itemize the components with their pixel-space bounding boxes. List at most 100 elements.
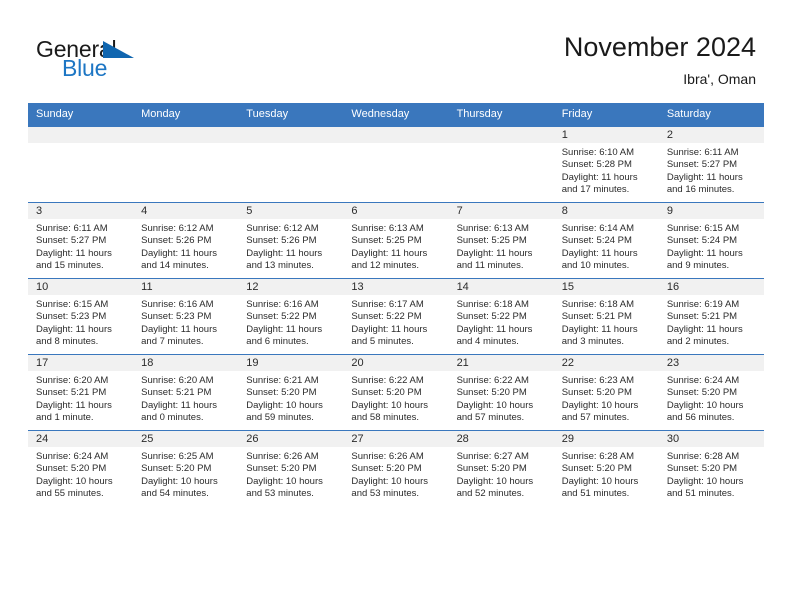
- day-details: Sunrise: 6:11 AM Sunset: 5:27 PM Daylight:…: [28, 219, 133, 273]
- sunset-text: Sunset: 5:23 PM: [36, 311, 107, 323]
- logo-text-blue: Blue: [62, 55, 108, 81]
- calendar-day-cell[interactable]: 7 Sunrise: 6:13 AM Sunset: 5:25 PM Daylight…: [448, 202, 554, 279]
- day-cell-inner: 18 Sunrise: 6:20 AM Sunset: 5:21 PM Dayligh…: [133, 355, 239, 430]
- calendar-day-cell[interactable]: 24 Sunrise: 6:24 AM Sunset: 5:20 PM Dayligh…: [28, 430, 134, 506]
- sunset-text: Sunset: 5:26 PM: [246, 235, 317, 247]
- day-number: 22: [553, 355, 659, 371]
- calendar-day-cell[interactable]: 21 Sunrise: 6:22 AM Sunset: 5:20 PM Dayligh…: [448, 354, 554, 431]
- daylight-text: Daylight: 10 hours and 59 minutes.: [246, 399, 323, 424]
- day-number: 14: [448, 279, 554, 295]
- sunrise-text: Sunrise: 6:20 AM: [36, 375, 109, 386]
- calendar-day-cell[interactable]: 30 Sunrise: 6:28 AM Sunset: 5:20 PM Dayligh…: [658, 430, 764, 506]
- weekday-header-saturday: Saturday: [658, 103, 764, 127]
- daylight-text: Daylight: 10 hours and 54 minutes.: [141, 475, 218, 500]
- day-number: 10: [28, 279, 134, 295]
- day-cell-inner: 8 Sunrise: 6:14 AM Sunset: 5:24 PM Daylight…: [553, 203, 659, 278]
- calendar-day-cell[interactable]: 8 Sunrise: 6:14 AM Sunset: 5:24 PM Daylight…: [553, 202, 659, 279]
- sunset-text: Sunset: 5:26 PM: [141, 235, 212, 247]
- day-details: Sunrise: 6:23 AM Sunset: 5:20 PM Daylight:…: [554, 371, 659, 425]
- day-details: Sunrise: 6:26 AM Sunset: 5:20 PM Daylight:…: [238, 447, 343, 501]
- day-details: Sunrise: 6:20 AM Sunset: 5:21 PM Daylight:…: [133, 371, 238, 425]
- day-cell-inner: 4 Sunrise: 6:12 AM Sunset: 5:26 PM Daylight…: [133, 203, 239, 278]
- day-number: 9: [658, 203, 764, 219]
- daylight-text: Daylight: 11 hours and 8 minutes.: [36, 323, 112, 348]
- sunrise-text: Sunrise: 6:13 AM: [351, 223, 424, 234]
- day-number: 1: [553, 127, 659, 143]
- calendar-day-cell[interactable]: 26 Sunrise: 6:26 AM Sunset: 5:20 PM Dayligh…: [238, 430, 344, 506]
- calendar-week-row: 1 Sunrise: 6:10 AM Sunset: 5:28 PM Daylight…: [28, 126, 764, 203]
- daylight-text: Daylight: 11 hours and 3 minutes.: [561, 323, 638, 348]
- day-number: 4: [133, 203, 239, 219]
- sunset-text: Sunset: 5:27 PM: [666, 159, 738, 171]
- sunrise-text: Sunrise: 6:28 AM: [666, 451, 740, 462]
- calendar-day-cell[interactable]: 11 Sunrise: 6:16 AM Sunset: 5:23 PM Dayligh…: [133, 278, 239, 355]
- calendar-day-cell[interactable]: 19 Sunrise: 6:21 AM Sunset: 5:20 PM Dayligh…: [238, 354, 344, 431]
- calendar-day-cell[interactable]: 25 Sunrise: 6:25 AM Sunset: 5:20 PM Dayligh…: [133, 430, 239, 506]
- sunset-text: Sunset: 5:24 PM: [666, 235, 738, 247]
- sunset-text: Sunset: 5:20 PM: [141, 463, 212, 475]
- calendar-day-cell[interactable]: 17 Sunrise: 6:20 AM Sunset: 5:21 PM Dayligh…: [28, 354, 134, 431]
- calendar-day-cell[interactable]: 2 Sunrise: 6:11 AM Sunset: 5:27 PM Daylight…: [658, 126, 764, 203]
- daylight-text: Daylight: 11 hours and 13 minutes.: [246, 247, 323, 272]
- day-details: Sunrise: 6:28 AM Sunset: 5:20 PM Daylight:…: [659, 447, 764, 501]
- daylight-text: Daylight: 11 hours and 12 minutes.: [351, 247, 428, 272]
- calendar-day-cell[interactable]: 16 Sunrise: 6:19 AM Sunset: 5:21 PM Dayligh…: [658, 278, 764, 355]
- calendar-day-cell[interactable]: 27 Sunrise: 6:26 AM Sunset: 5:20 PM Dayligh…: [343, 430, 449, 506]
- day-details: Sunrise: 6:11 AM Sunset: 5:27 PM Daylight:…: [659, 143, 764, 197]
- weekday-header-friday: Friday: [553, 103, 659, 127]
- calendar-header-row: Sunday Monday Tuesday Wednesday Thursday Frid…: [28, 103, 764, 127]
- calendar-cell-empty: [343, 126, 449, 203]
- sunset-text: Sunset: 5:21 PM: [561, 311, 632, 323]
- sunset-text: Sunset: 5:20 PM: [666, 387, 738, 399]
- day-number: [238, 127, 344, 143]
- day-cell-inner: 24 Sunrise: 6:24 AM Sunset: 5:20 PM Dayligh…: [28, 431, 134, 506]
- calendar-cell-empty: [238, 126, 344, 203]
- daylight-text: Daylight: 11 hours and 5 minutes.: [351, 323, 428, 348]
- calendar-cell-empty: [133, 126, 239, 203]
- page-subtitle: Ibra', Oman: [683, 71, 756, 87]
- calendar-day-cell[interactable]: 10 Sunrise: 6:15 AM Sunset: 5:23 PM Dayligh…: [28, 278, 134, 355]
- sunset-text: Sunset: 5:20 PM: [561, 463, 632, 475]
- day-number: 7: [448, 203, 554, 219]
- calendar-day-cell[interactable]: 20 Sunrise: 6:22 AM Sunset: 5:20 PM Dayligh…: [343, 354, 449, 431]
- calendar-day-cell[interactable]: 18 Sunrise: 6:20 AM Sunset: 5:21 PM Dayligh…: [133, 354, 239, 431]
- day-cell-inner: [28, 127, 134, 202]
- title-block: November 2024 Ibra', Oman: [564, 31, 756, 88]
- daylight-text: Daylight: 10 hours and 52 minutes.: [456, 475, 534, 500]
- sunrise-text: Sunrise: 6:24 AM: [666, 375, 740, 386]
- day-details: Sunrise: 6:18 AM Sunset: 5:21 PM Daylight:…: [554, 295, 659, 349]
- sunrise-text: Sunrise: 6:21 AM: [246, 375, 319, 386]
- calendar-day-cell[interactable]: 15 Sunrise: 6:18 AM Sunset: 5:21 PM Dayligh…: [553, 278, 659, 355]
- day-details: Sunrise: 6:16 AM Sunset: 5:23 PM Daylight:…: [133, 295, 238, 349]
- daylight-text: Daylight: 11 hours and 17 minutes.: [561, 171, 638, 196]
- day-number: 16: [658, 279, 764, 295]
- day-details: Sunrise: 6:12 AM Sunset: 5:26 PM Daylight:…: [133, 219, 238, 273]
- calendar-day-cell[interactable]: 29 Sunrise: 6:28 AM Sunset: 5:20 PM Dayligh…: [553, 430, 659, 506]
- day-cell-inner: 12 Sunrise: 6:16 AM Sunset: 5:22 PM Dayligh…: [238, 279, 344, 354]
- daylight-text: Daylight: 11 hours and 7 minutes.: [141, 323, 218, 348]
- calendar-day-cell[interactable]: 13 Sunrise: 6:17 AM Sunset: 5:22 PM Dayligh…: [343, 278, 449, 355]
- day-cell-inner: 23 Sunrise: 6:24 AM Sunset: 5:20 PM Dayligh…: [658, 355, 764, 430]
- sunset-text: Sunset: 5:25 PM: [351, 235, 422, 247]
- calendar-day-cell[interactable]: 14 Sunrise: 6:18 AM Sunset: 5:22 PM Dayligh…: [448, 278, 554, 355]
- calendar-day-cell[interactable]: 4 Sunrise: 6:12 AM Sunset: 5:26 PM Daylight…: [133, 202, 239, 279]
- calendar-day-cell[interactable]: 12 Sunrise: 6:16 AM Sunset: 5:22 PM Dayligh…: [238, 278, 344, 355]
- calendar-day-cell[interactable]: 9 Sunrise: 6:15 AM Sunset: 5:24 PM Daylight…: [658, 202, 764, 279]
- sunset-text: Sunset: 5:27 PM: [36, 235, 107, 247]
- sunrise-text: Sunrise: 6:15 AM: [36, 299, 109, 310]
- calendar-day-cell[interactable]: 3 Sunrise: 6:11 AM Sunset: 5:27 PM Daylight…: [28, 202, 134, 279]
- general-blue-logo[interactable]: General Blue: [36, 38, 216, 86]
- calendar-day-cell[interactable]: 5 Sunrise: 6:12 AM Sunset: 5:26 PM Daylight…: [238, 202, 344, 279]
- calendar-day-cell[interactable]: 28 Sunrise: 6:27 AM Sunset: 5:20 PM Dayligh…: [448, 430, 554, 506]
- day-cell-inner: 27 Sunrise: 6:26 AM Sunset: 5:20 PM Dayligh…: [343, 431, 449, 506]
- day-number: 29: [553, 431, 659, 447]
- calendar-day-cell[interactable]: 23 Sunrise: 6:24 AM Sunset: 5:20 PM Dayligh…: [658, 354, 764, 431]
- calendar-day-cell[interactable]: 22 Sunrise: 6:23 AM Sunset: 5:20 PM Dayligh…: [553, 354, 659, 431]
- day-number: [448, 127, 554, 143]
- calendar-day-cell[interactable]: 6 Sunrise: 6:13 AM Sunset: 5:25 PM Daylight…: [343, 202, 449, 279]
- day-details: Sunrise: 6:24 AM Sunset: 5:20 PM Daylight:…: [659, 371, 764, 425]
- calendar-day-cell[interactable]: 1 Sunrise: 6:10 AM Sunset: 5:28 PM Daylight…: [553, 126, 659, 203]
- day-number: 27: [343, 431, 449, 447]
- day-number: [343, 127, 449, 143]
- day-number: 20: [343, 355, 449, 371]
